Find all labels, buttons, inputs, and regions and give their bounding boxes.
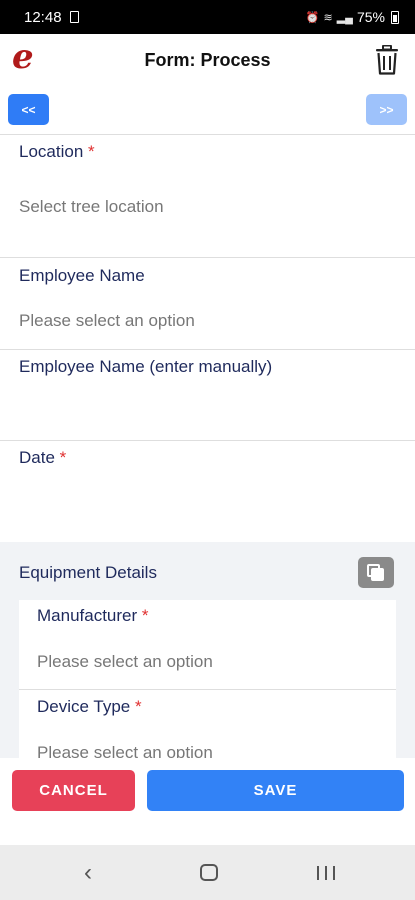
employee-name-manual-label-text: Employee Name (enter manually) [19,357,273,376]
manufacturer-select[interactable]: Please select an option [37,652,213,672]
location-label-text: Location [19,142,84,161]
signal-icon: ▂▄ [336,11,353,24]
manufacturer-label-text: Manufacturer [37,606,138,625]
app-bar: e Form: Process [0,34,415,86]
status-time: 12:48 [24,8,62,26]
back-icon[interactable]: ‹ [84,859,92,887]
divider [19,689,396,690]
date-picker[interactable] [19,482,396,522]
previous-button[interactable]: << [8,94,49,125]
date-label-text: Date [19,448,55,467]
copy-icon-front [371,568,384,581]
home-icon[interactable] [200,864,218,881]
save-button[interactable]: SAVE [147,770,404,811]
equipment-details-title: Equipment Details [19,563,157,582]
battery-icon [391,10,399,24]
divider [0,440,415,441]
record-nav: << >> [0,86,415,134]
app-logo: e [12,37,34,77]
sim-card-icon [69,11,79,23]
required-marker: * [59,448,67,467]
equipment-details-card: Manufacturer * Please select an option D… [19,600,396,758]
employee-name-label: Employee Name [19,266,145,286]
location-label: Location * [19,142,95,162]
location-picker[interactable]: Select tree location [19,197,164,217]
battery-percent: 75% [356,9,385,25]
employee-name-manual-label: Employee Name (enter manually) [19,357,272,377]
page-title: Form: Process [144,49,271,70]
device-type-label: Device Type * [37,697,142,717]
system-nav-bar: ‹ [0,845,415,900]
form-footer: CANCEL SAVE [0,758,415,845]
copy-button[interactable] [358,557,394,588]
divider [0,349,415,350]
required-marker: * [134,697,142,716]
employee-name-label-text: Employee Name [19,266,145,285]
status-bar: 12:48 ⏰ ≋ ▂▄ 75% [0,0,415,34]
employee-name-select[interactable]: Please select an option [19,311,195,331]
divider [0,257,415,258]
manufacturer-label: Manufacturer * [37,606,149,626]
device-type-select[interactable]: Please select an option [37,743,213,758]
cancel-button[interactable]: CANCEL [12,770,135,811]
trash-icon[interactable] [375,45,399,75]
required-marker: * [141,606,149,625]
employee-name-manual-input[interactable] [19,390,396,430]
wifi-icon: ≋ [323,11,333,24]
next-button[interactable]: >> [366,94,407,125]
required-marker: * [88,142,95,161]
recents-icon[interactable] [317,866,335,880]
alarm-icon: ⏰ [305,11,320,24]
divider [0,134,415,135]
device-type-label-text: Device Type [37,697,131,716]
date-label: Date * [19,448,66,468]
